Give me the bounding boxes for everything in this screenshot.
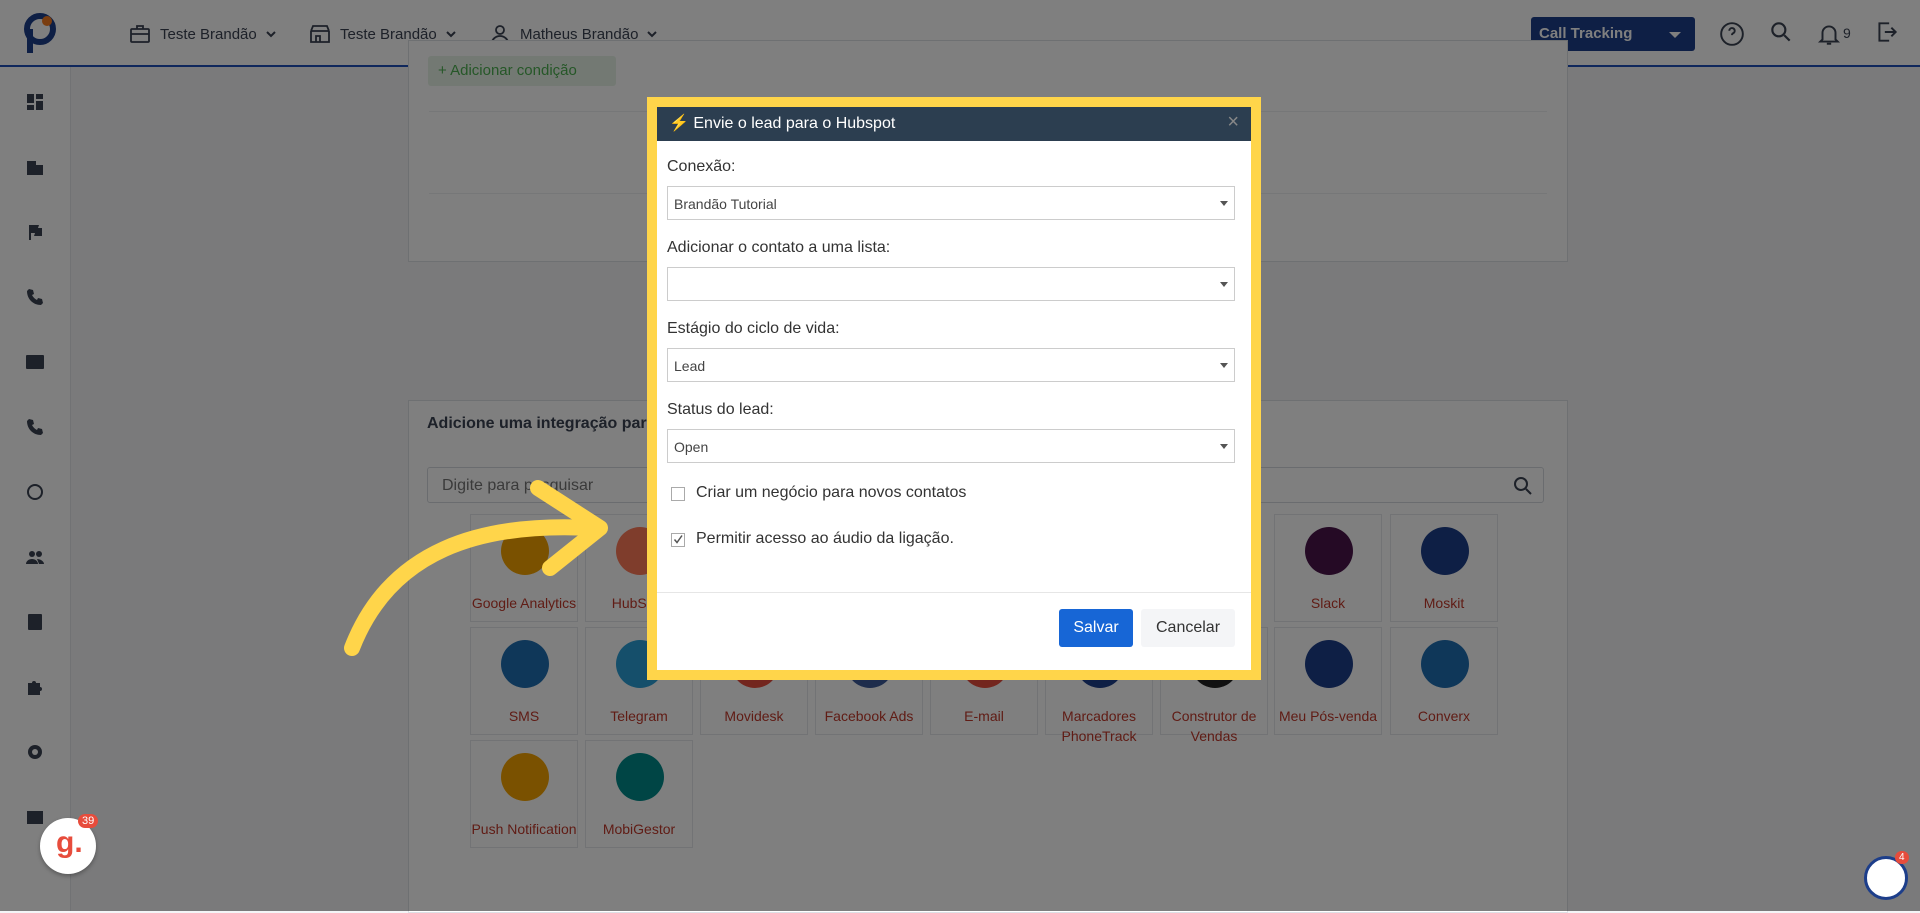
chat-widget[interactable]: 4 [1864, 851, 1909, 900]
connection-value: Brandão Tutorial [674, 196, 777, 212]
create-deal-checkbox[interactable] [671, 487, 685, 501]
create-deal-label: Criar um negócio para novos contatos [696, 484, 967, 501]
status-select[interactable]: Open [667, 429, 1235, 463]
caret-down-icon [1220, 201, 1228, 206]
audio-access-checkbox[interactable] [671, 533, 685, 547]
close-icon[interactable]: × [1227, 111, 1239, 134]
caret-down-icon [1220, 363, 1228, 368]
g-assistant-widget[interactable]: g. 39 [40, 814, 99, 874]
lifecycle-select[interactable]: Lead [667, 348, 1235, 382]
connection-label: Conexão: [667, 158, 736, 175]
caret-down-icon [1220, 444, 1228, 449]
tutorial-arrow-icon [344, 480, 608, 656]
modal-title: Envie o lead para o Hubspot [693, 115, 896, 132]
modal-footer-divider [657, 592, 1251, 593]
list-select[interactable] [667, 267, 1235, 301]
check-icon [673, 535, 683, 544]
lifecycle-label: Estágio do ciclo de vida: [667, 320, 840, 337]
modal-header: ⚡ Envie o lead para o Hubspot × [657, 107, 1251, 141]
save-button[interactable]: Salvar [1059, 609, 1133, 647]
chat-count-badge: 4 [1895, 851, 1909, 864]
cancel-button[interactable]: Cancelar [1141, 609, 1235, 647]
status-label: Status do lead: [667, 401, 774, 418]
status-value: Open [674, 439, 709, 455]
g-count-badge: 39 [78, 814, 99, 828]
g-logo-icon: g. [56, 826, 83, 859]
caret-down-icon [1220, 282, 1228, 287]
bolt-icon: ⚡ [669, 115, 689, 132]
audio-access-label: Permitir acesso ao áudio da ligação. [696, 530, 954, 547]
connection-select[interactable]: Brandão Tutorial [667, 186, 1235, 220]
hubspot-modal: ⚡ Envie o lead para o Hubspot × Conexão:… [657, 107, 1251, 670]
lifecycle-value: Lead [674, 358, 706, 374]
list-label: Adicionar o contato a uma lista: [667, 239, 891, 256]
